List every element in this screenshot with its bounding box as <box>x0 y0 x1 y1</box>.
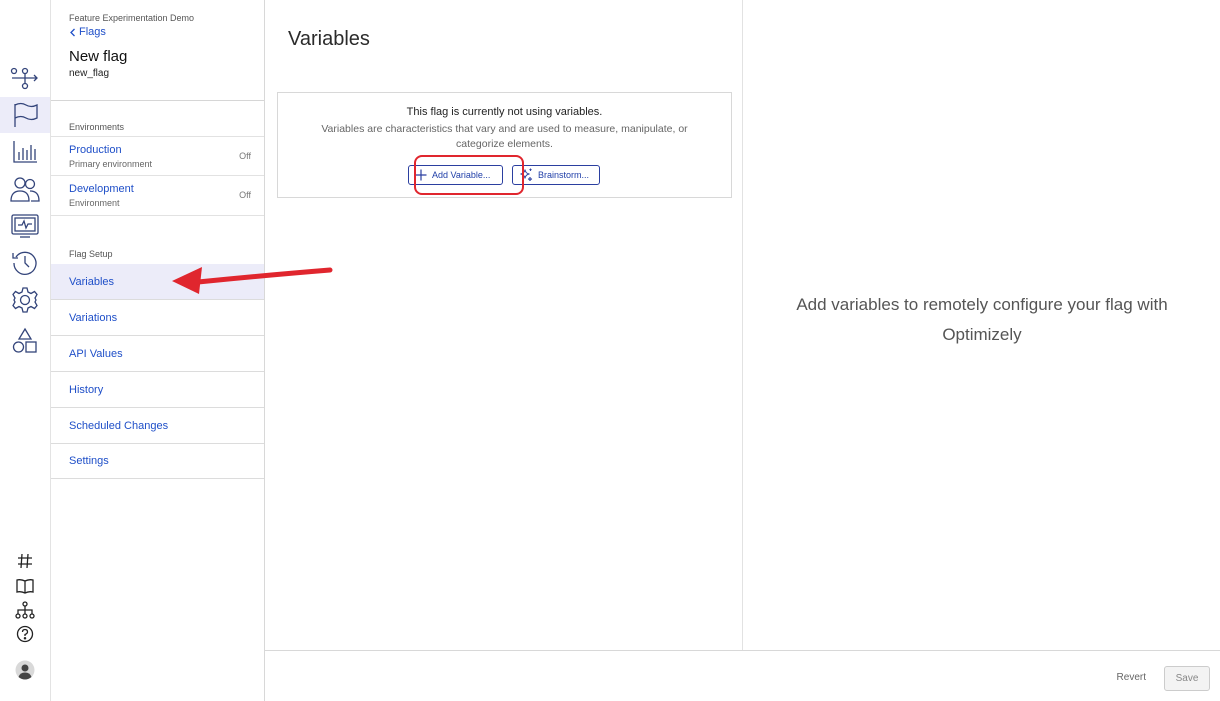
environments-label: Environments <box>69 122 125 132</box>
brainstorm-button[interactable]: Brainstorm... <box>512 165 600 185</box>
project-name: Feature Experimentation Demo <box>69 13 195 23</box>
env-development[interactable]: Development Environment Off <box>51 175 264 216</box>
divider <box>51 100 264 101</box>
env-name: Development <box>69 183 134 195</box>
env-subtitle: Primary environment <box>69 159 153 169</box>
reports-icon[interactable] <box>0 134 50 170</box>
revert-button[interactable]: Revert <box>1117 672 1146 683</box>
empty-state-description: Variables are characteristics that vary … <box>321 123 688 150</box>
help-icon[interactable] <box>0 618 50 650</box>
variables-panel: Variables This flag is currently not usi… <box>265 0 743 650</box>
nav-settings[interactable]: Settings <box>51 443 264 479</box>
env-production[interactable]: Production Primary environment Off <box>51 136 264 175</box>
save-button[interactable]: Save <box>1164 666 1210 691</box>
flows-icon[interactable] <box>0 60 50 96</box>
nav-scheduled-changes[interactable]: Scheduled Changes <box>51 408 264 444</box>
empty-state: This flag is currently not using variabl… <box>277 92 732 198</box>
flag-setup-label: Flag Setup <box>69 249 113 259</box>
flag-sidebar: Feature Experimentation Demo Flags New f… <box>51 0 265 701</box>
annotation-arrow <box>172 267 333 294</box>
env-subtitle: Environment <box>69 198 120 208</box>
icon-rail <box>0 0 51 701</box>
nav-variations[interactable]: Variations <box>51 300 264 336</box>
back-to-flags-link[interactable]: Flags <box>69 26 106 38</box>
page-title: Variables <box>288 28 370 50</box>
annotation-highlight-box <box>414 155 524 195</box>
flag-icon[interactable] <box>0 97 50 133</box>
nav-history[interactable]: History <box>51 372 264 408</box>
flag-title: New flag <box>69 48 128 65</box>
right-panel-message: Add variables to remotely configure your… <box>796 295 1168 344</box>
shapes-icon[interactable] <box>0 323 50 359</box>
env-status: Off <box>239 190 251 200</box>
nav-api-values[interactable]: API Values <box>51 336 264 372</box>
brainstorm-label: Brainstorm... <box>538 170 590 180</box>
user-avatar[interactable] <box>0 652 50 688</box>
footer-bar: Revert Save <box>265 650 1220 701</box>
monitor-icon[interactable] <box>0 208 50 244</box>
back-label: Flags <box>79 26 106 38</box>
flag-key: new_flag <box>69 68 110 79</box>
empty-state-title: This flag is currently not using variabl… <box>406 106 603 118</box>
history-icon[interactable] <box>0 245 50 281</box>
env-status: Off <box>239 151 251 161</box>
chevron-left-icon <box>70 28 75 36</box>
audiences-icon[interactable] <box>0 171 50 207</box>
env-name: Production <box>69 144 122 156</box>
settings-icon[interactable] <box>0 282 50 318</box>
